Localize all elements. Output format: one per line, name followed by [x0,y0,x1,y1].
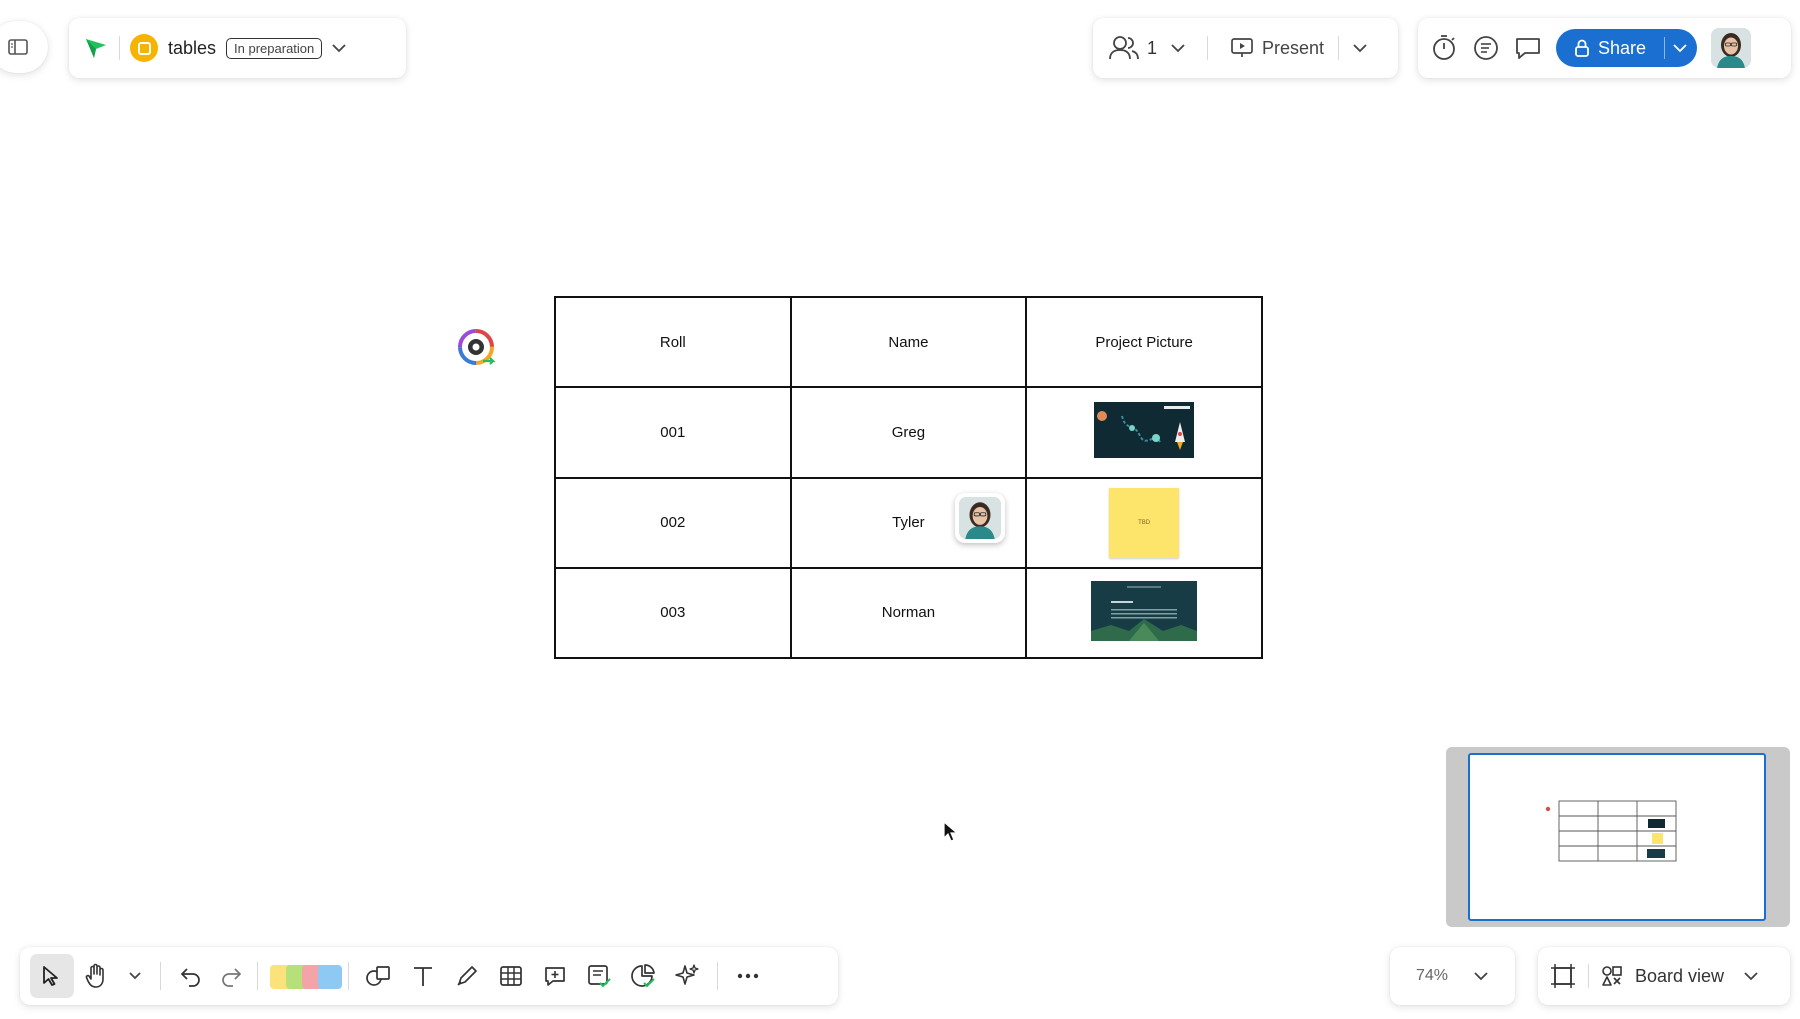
collaboration-panel: 1 Present [1093,18,1398,78]
text-icon [412,965,434,987]
chevron-down-icon[interactable] [1353,43,1367,53]
sidebar-toggle-icon [8,39,28,55]
dark-slide-screenshot[interactable] [1091,580,1198,645]
pie-check-icon [630,963,656,989]
user-avatar[interactable] [1711,28,1752,68]
table-header-cell[interactable]: Name [789,295,1028,389]
tool-options-button[interactable] [118,954,152,998]
board-title-panel: tables In preparation [69,18,406,78]
shapes-icon [365,964,393,988]
divider [1588,964,1589,988]
table-header-cell[interactable]: Roll [554,295,792,389]
select-arrow-icon [40,964,64,988]
timer-icon[interactable] [1430,34,1458,62]
table-cell-roll[interactable]: 003 [554,566,792,660]
canvas-table[interactable]: Roll Name Project Picture 001 Greg 002 T… [554,295,1263,660]
zoom-level[interactable]: 74% [1416,967,1448,985]
sticky-blue [318,965,342,989]
view-control: Board view [1538,947,1790,1005]
table-cell-name[interactable]: Greg [789,386,1028,479]
share-label: Share [1598,37,1647,58]
ai-sparkle-icon [674,963,700,989]
ai-tool-button[interactable] [665,954,709,998]
undo-button[interactable] [169,954,213,998]
pen-icon [455,964,479,988]
present-button[interactable]: Present [1262,38,1324,59]
minimap[interactable] [1446,747,1790,927]
table-cell-picture[interactable] [1025,386,1263,479]
bottom-toolbar [20,947,838,1005]
table-header-cell[interactable]: Project Picture [1025,295,1263,389]
table-row: 002 Tyler TBD [554,476,1263,569]
table-row: 001 Greg [554,386,1263,479]
table-cell-name[interactable]: Norman [789,566,1028,660]
hand-icon [84,963,108,989]
more-tools-button[interactable] [726,954,770,998]
divider [257,962,258,990]
card-icon [586,963,612,989]
divider [1338,36,1340,60]
board-view-button[interactable]: Board view [1635,966,1724,987]
table-row: 003 Norman [554,566,1263,660]
people-icon[interactable] [1109,35,1139,61]
comment-icon[interactable] [1514,34,1542,62]
share-button[interactable]: Share [1556,29,1698,67]
sidebar-toggle-button[interactable] [0,21,48,73]
text-tool-button[interactable] [401,954,445,998]
pen-tool-button[interactable] [445,954,489,998]
table-cell-picture[interactable]: TBD [1025,476,1263,569]
list-icon[interactable] [1472,34,1500,62]
divider [1207,36,1209,60]
table-cell-name-text: Tyler [892,514,925,532]
comment-tool-button[interactable] [533,954,577,998]
chevron-down-icon[interactable] [1474,971,1488,981]
collaborator-count[interactable]: 1 [1147,38,1157,59]
collaborator-cursor-avatar [955,492,1006,543]
hand-tool-button[interactable] [74,954,118,998]
chart-tool-button[interactable] [621,954,665,998]
lock-icon [1574,39,1590,57]
shapes-tool-button[interactable] [357,954,401,998]
select-tool-button[interactable] [30,954,74,998]
redo-icon [219,965,243,987]
yellow-sticky-note[interactable]: TBD [1109,487,1180,558]
table-cell-picture[interactable] [1025,566,1263,660]
redo-button[interactable] [213,954,249,998]
board-logo [130,34,158,62]
minimap-viewport[interactable] [1468,753,1766,921]
board-view-icon[interactable] [1601,965,1623,987]
table-header-row: Roll Name Project Picture [554,295,1263,389]
table-cell-roll[interactable]: 002 [554,476,792,569]
divider [717,962,718,990]
header-tools-panel: Share [1418,18,1791,78]
divider [348,962,349,990]
space-game-screenshot[interactable] [1094,402,1195,462]
status-badge[interactable]: In preparation [226,37,323,59]
divider [160,962,161,990]
zoom-control[interactable]: 74% [1390,947,1515,1005]
undo-icon [179,965,203,987]
present-icon[interactable] [1230,37,1254,59]
app-widget-icon[interactable] [457,328,497,373]
chevron-down-icon[interactable] [1673,43,1687,53]
chevron-down-icon[interactable] [1744,971,1758,981]
more-icon [737,973,759,979]
table-icon [499,964,523,988]
comment-plus-icon [543,964,567,988]
sticky-notes-button[interactable] [266,954,342,998]
table-tool-button[interactable] [489,954,533,998]
chevron-down-icon [129,972,141,980]
board-title[interactable]: tables [168,38,216,59]
divider [119,36,120,60]
table-cell-name[interactable]: Tyler [789,476,1028,569]
table-cell-roll[interactable]: 001 [554,386,792,479]
brand-flag-icon[interactable] [83,36,109,60]
mouse-pointer-icon [943,820,959,848]
card-tool-button[interactable] [577,954,621,998]
chevron-down-icon[interactable] [332,43,346,53]
chevron-down-icon[interactable] [1171,43,1185,53]
frame-icon[interactable] [1550,963,1576,989]
